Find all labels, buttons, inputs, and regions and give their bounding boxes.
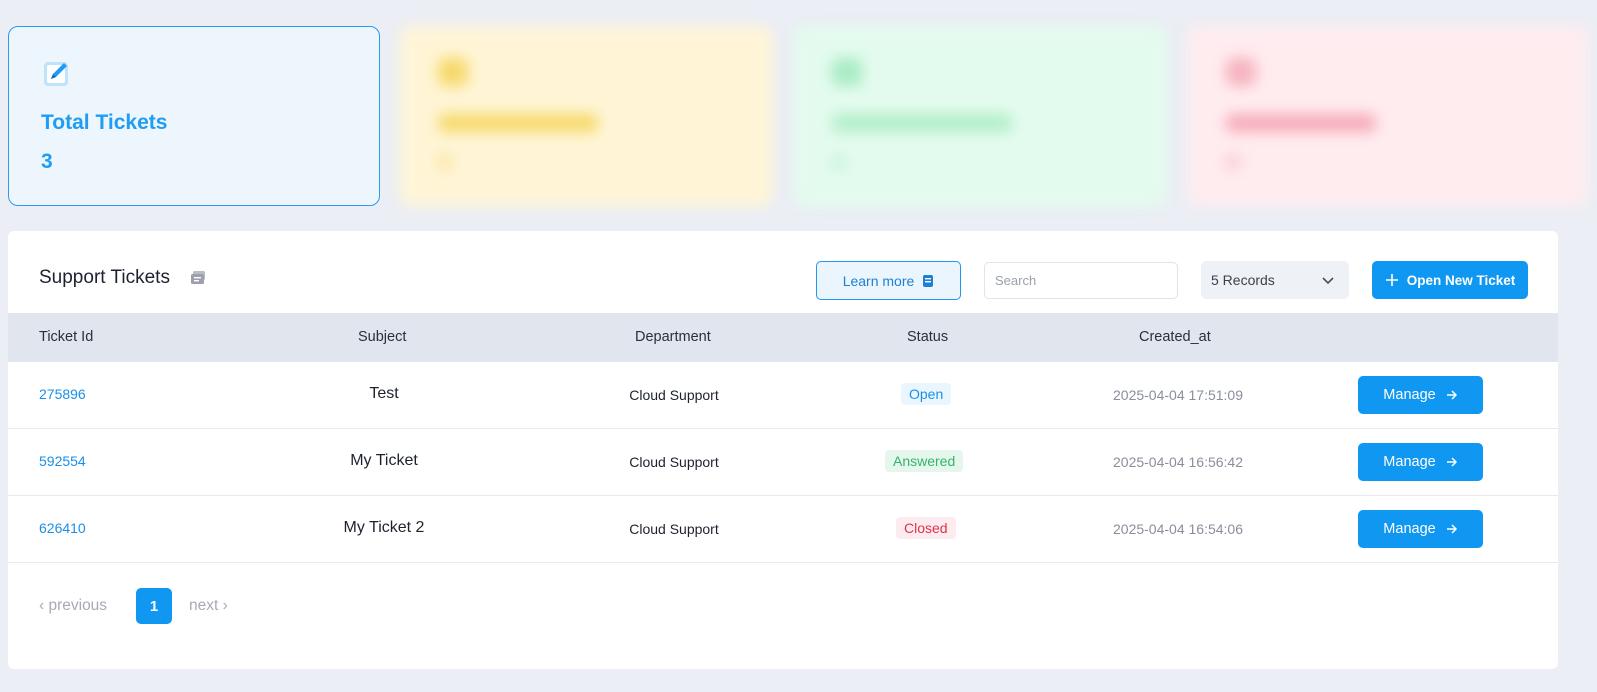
status-badge: Open <box>901 383 952 405</box>
manage-button[interactable]: Manage <box>1358 443 1483 481</box>
tickets-icon <box>191 271 205 284</box>
ticket-department: Cloud Support <box>629 521 719 537</box>
column-header-subject: Subject <box>358 329 407 345</box>
manage-button[interactable]: Manage <box>1358 376 1483 414</box>
status-badge: Answered <box>885 450 964 472</box>
total-tickets-count: 3 <box>41 150 53 173</box>
open-new-ticket-button[interactable]: Open New Ticket <box>1372 261 1528 299</box>
ticket-created-at: 2025-04-04 16:56:42 <box>1113 454 1243 470</box>
ticket-id-link[interactable]: 626410 <box>39 520 86 536</box>
total-tickets-card: Total Tickets 3 <box>8 26 380 206</box>
ticket-subject: My Ticket 2 <box>343 519 425 536</box>
table-row: 275896 Test Cloud Support Open 2025-04-0… <box>8 362 1558 429</box>
manage-label: Manage <box>1383 521 1436 537</box>
pagination-next[interactable]: next › <box>189 597 228 615</box>
ticket-id-link[interactable]: 592554 <box>39 453 86 469</box>
manage-label: Manage <box>1383 387 1436 403</box>
manage-button[interactable]: Manage <box>1358 510 1483 548</box>
manage-label: Manage <box>1383 454 1436 470</box>
table-header: Ticket Id Subject Department Status Crea… <box>8 313 1558 362</box>
column-header-department: Department <box>635 329 711 345</box>
chevron-down-icon <box>1322 277 1334 285</box>
document-icon <box>923 274 934 287</box>
status-badge: Closed <box>896 517 956 539</box>
ticket-id-link[interactable]: 275896 <box>39 386 86 402</box>
support-tickets-panel: Support Tickets Learn more 5 Records Ope… <box>8 231 1558 669</box>
ticket-subject: My Ticket <box>350 452 418 469</box>
table-row: 592554 My Ticket Cloud Support Answered … <box>8 429 1558 496</box>
ticket-created-at: 2025-04-04 16:54:06 <box>1113 521 1243 537</box>
plus-icon <box>1385 274 1398 286</box>
blurred-stat-card <box>794 26 1166 206</box>
pagination-page-current[interactable]: 1 <box>136 588 172 624</box>
arrow-right-icon <box>1446 524 1457 534</box>
column-header-status: Status <box>907 329 949 345</box>
total-tickets-title: Total Tickets <box>41 111 168 134</box>
column-header-created-at: Created_at <box>1139 329 1211 345</box>
arrow-right-icon <box>1446 390 1457 400</box>
edit-square-icon <box>44 62 68 86</box>
records-select-value: 5 Records <box>1211 272 1275 288</box>
ticket-subject: Test <box>369 385 399 402</box>
search-input[interactable] <box>984 262 1178 299</box>
blurred-stat-card <box>400 26 772 206</box>
column-header-ticket-id: Ticket Id <box>39 329 94 345</box>
learn-more-button[interactable]: Learn more <box>816 261 961 300</box>
scrollbar-track <box>1589 0 1597 692</box>
ticket-department: Cloud Support <box>629 454 719 470</box>
ticket-created-at: 2025-04-04 17:51:09 <box>1113 387 1243 403</box>
blurred-stat-card <box>1188 26 1588 206</box>
page-title: Support Tickets <box>39 267 170 288</box>
pagination-previous[interactable]: ‹ previous <box>39 597 107 615</box>
ticket-department: Cloud Support <box>629 387 719 403</box>
table-row: 626410 My Ticket 2 Cloud Support Closed … <box>8 496 1558 563</box>
records-per-page-select[interactable]: 5 Records <box>1201 261 1349 299</box>
arrow-right-icon <box>1446 457 1457 467</box>
stat-cards: Total Tickets 3 <box>8 26 1589 206</box>
open-new-ticket-label: Open New Ticket <box>1406 272 1516 288</box>
learn-more-label: Learn more <box>842 272 915 289</box>
